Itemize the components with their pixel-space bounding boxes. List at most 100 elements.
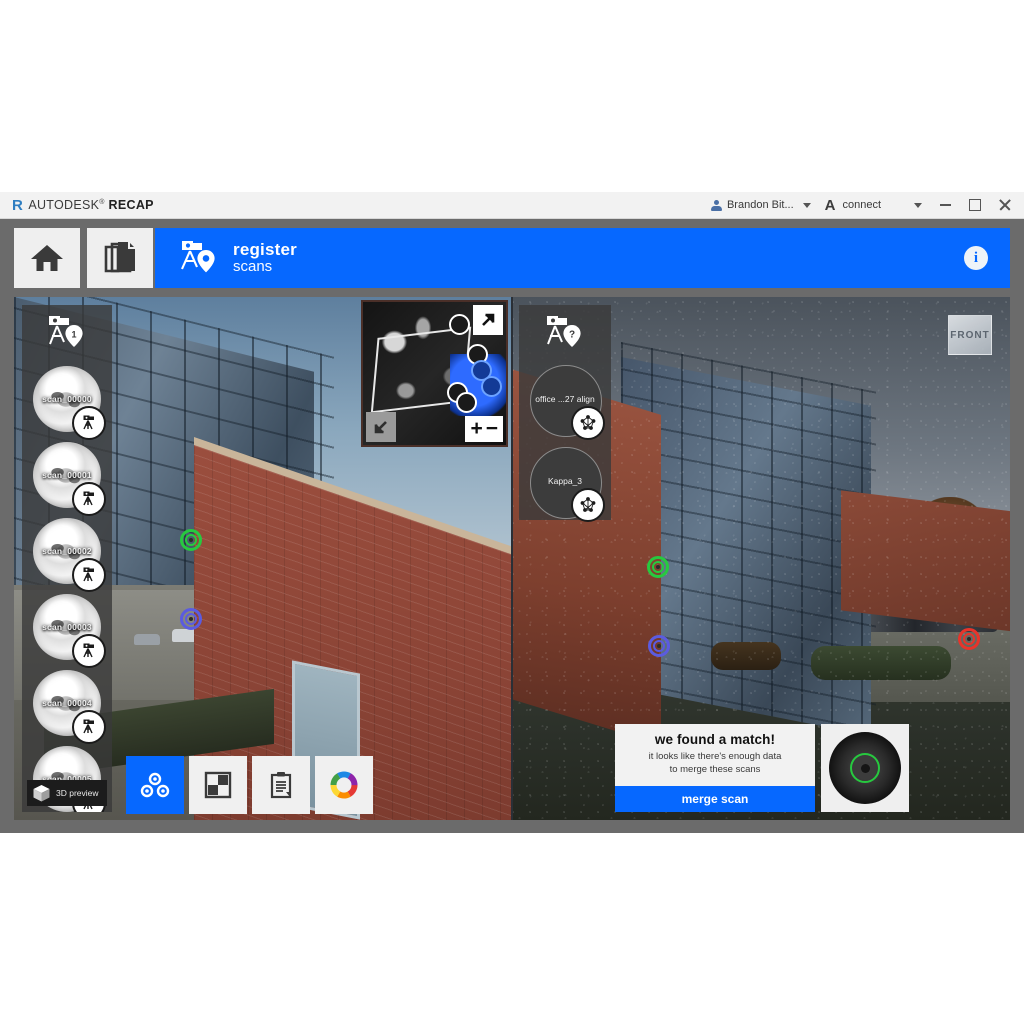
projects-button[interactable]: [87, 228, 153, 288]
minimize-button[interactable]: [930, 192, 960, 218]
documents-stack-icon: [104, 242, 135, 273]
3d-preview-label: 3D preview: [56, 788, 99, 798]
target-blue[interactable]: [180, 608, 202, 630]
title-bar-right: Brandon Bit... A connect: [705, 192, 1024, 218]
minimize-icon: [939, 204, 951, 206]
connect-label: connect: [842, 199, 881, 211]
scan-list-rail[interactable]: 1 scan_00000 scan_00001 scan_00002 scan_000…: [22, 305, 112, 812]
close-button[interactable]: [990, 192, 1020, 218]
merge-scan-button[interactable]: merge scan: [615, 786, 815, 812]
close-icon: [999, 199, 1011, 211]
banner-title: register: [233, 240, 297, 260]
targets-tool-button[interactable]: [126, 756, 184, 814]
home-icon: [31, 245, 63, 271]
zoom-in-button[interactable]: +: [470, 418, 482, 439]
scan-list-item[interactable]: scan_00002: [30, 518, 106, 592]
scan-group-item[interactable]: office ...27 align: [528, 365, 605, 440]
minimap-expand-button[interactable]: [473, 305, 503, 335]
target-green[interactable]: [180, 529, 202, 551]
user-account-menu[interactable]: Brandon Bit...: [705, 192, 817, 218]
maximize-icon: [969, 199, 981, 211]
scan-label: scan_00000: [42, 394, 92, 404]
minimap-collapse-button[interactable]: [366, 412, 396, 442]
tripod-scanner-icon: [72, 482, 106, 516]
minimap-panel[interactable]: + −: [361, 300, 508, 447]
view-cube[interactable]: FRONT: [948, 315, 992, 355]
scan-station-icon: ?: [547, 316, 581, 347]
rail-header: 1: [22, 305, 112, 363]
user-name-label: Brandon Bit...: [726, 199, 794, 211]
minimap-scan-dot[interactable]: [481, 376, 502, 397]
chevron-down-icon: [914, 202, 922, 208]
scan-station-icon: 1: [49, 316, 83, 347]
autodesk-a-icon: A: [824, 196, 836, 214]
zoom-out-button[interactable]: −: [486, 418, 498, 439]
viewport-divider[interactable]: [511, 297, 513, 820]
target-blue[interactable]: [648, 635, 670, 657]
scan-station-icon: [177, 237, 219, 279]
autodesk-logo-icon: R: [12, 196, 23, 214]
color-wheel-icon: [330, 771, 358, 799]
scan-group-rail[interactable]: ? office ...27 align Kappa_3: [519, 305, 611, 522]
scan-label: scan_00004: [42, 698, 92, 708]
group-label: Kappa_3: [547, 476, 583, 486]
navigation-row: register scans i: [0, 218, 1024, 297]
group-rail-header: ?: [519, 305, 611, 363]
target-red[interactable]: [958, 628, 980, 650]
point-cloud-icon: [571, 488, 605, 522]
arrow-expand-icon: [482, 313, 495, 326]
scan-label: scan_00003: [42, 622, 92, 632]
navigation-wheel[interactable]: [821, 724, 909, 812]
scan-label: scan_00002: [42, 546, 92, 556]
color-tool-button[interactable]: [315, 756, 373, 814]
tripod-scanner-icon: [72, 558, 106, 592]
3d-preview-button[interactable]: 3D preview: [27, 780, 107, 806]
chevron-down-icon: [802, 202, 811, 208]
brand-area: R AUTODESK® RECAP: [12, 198, 154, 213]
maximize-button[interactable]: [960, 192, 990, 218]
match-dialog-body: we found a match! it looks like there's …: [615, 724, 815, 786]
minimap-scan-dot[interactable]: [449, 314, 470, 335]
point-cloud-icon: [571, 406, 605, 440]
arrow-collapse-icon: [374, 421, 387, 434]
match-dialog-title: we found a match!: [654, 732, 776, 748]
scan-list-item[interactable]: scan_00001: [30, 442, 106, 516]
registration-toolbar[interactable]: [126, 756, 373, 814]
register-scans-banner: register scans i: [155, 228, 1010, 288]
scan-group-item[interactable]: Kappa_3: [528, 447, 605, 522]
three-circles-icon: [140, 772, 170, 798]
tripod-scanner-icon: [72, 406, 106, 440]
tripod-scanner-icon: [72, 634, 106, 668]
cube-icon: [33, 784, 50, 801]
match-dialog-line2: to merge these scans: [669, 764, 761, 776]
right-viewport[interactable]: ? office ...27 align Kappa_3 FRONT we fou: [511, 297, 1010, 820]
app-title: AUTODESK® RECAP: [28, 198, 154, 212]
group-label: office ...27 align: [535, 394, 595, 404]
navigation-wheel-icon: [829, 732, 901, 804]
info-icon[interactable]: i: [964, 246, 988, 270]
user-icon: [710, 199, 722, 211]
match-dialog-line1: it looks like there's enough data: [648, 751, 782, 763]
target-green[interactable]: [647, 556, 669, 578]
minimap-scan-dot[interactable]: [456, 392, 477, 413]
banner-text: register scans: [233, 241, 297, 275]
scan-list-item[interactable]: scan_00000: [30, 366, 106, 440]
checkerboard-icon: [204, 771, 232, 799]
viewport-area: 1 scan_00000 scan_00001 scan_00002 scan_000…: [14, 297, 1010, 820]
scan-list-item[interactable]: scan_00004: [30, 670, 106, 744]
match-dialog: we found a match! it looks like there's …: [615, 724, 815, 812]
checkerboard-tool-button[interactable]: [189, 756, 247, 814]
recap-application-window: R AUTODESK® RECAP Brandon Bit... A conne…: [0, 192, 1024, 833]
scan-list-item[interactable]: scan_00003: [30, 594, 106, 668]
connect-menu[interactable]: A connect: [817, 192, 930, 218]
banner-subtitle: scans: [233, 258, 273, 276]
minimap-zoom-controls[interactable]: + −: [465, 416, 503, 442]
left-viewport[interactable]: 1 scan_00000 scan_00001 scan_00002 scan_000…: [14, 297, 511, 820]
title-bar: R AUTODESK® RECAP Brandon Bit... A conne…: [0, 192, 1024, 219]
window-controls: [930, 192, 1020, 218]
notes-tool-button[interactable]: [252, 756, 310, 814]
tripod-scanner-icon: [72, 710, 106, 744]
clipboard-icon: [270, 772, 292, 799]
group-rail-header-badge: ?: [569, 329, 575, 340]
home-button[interactable]: [14, 228, 80, 288]
